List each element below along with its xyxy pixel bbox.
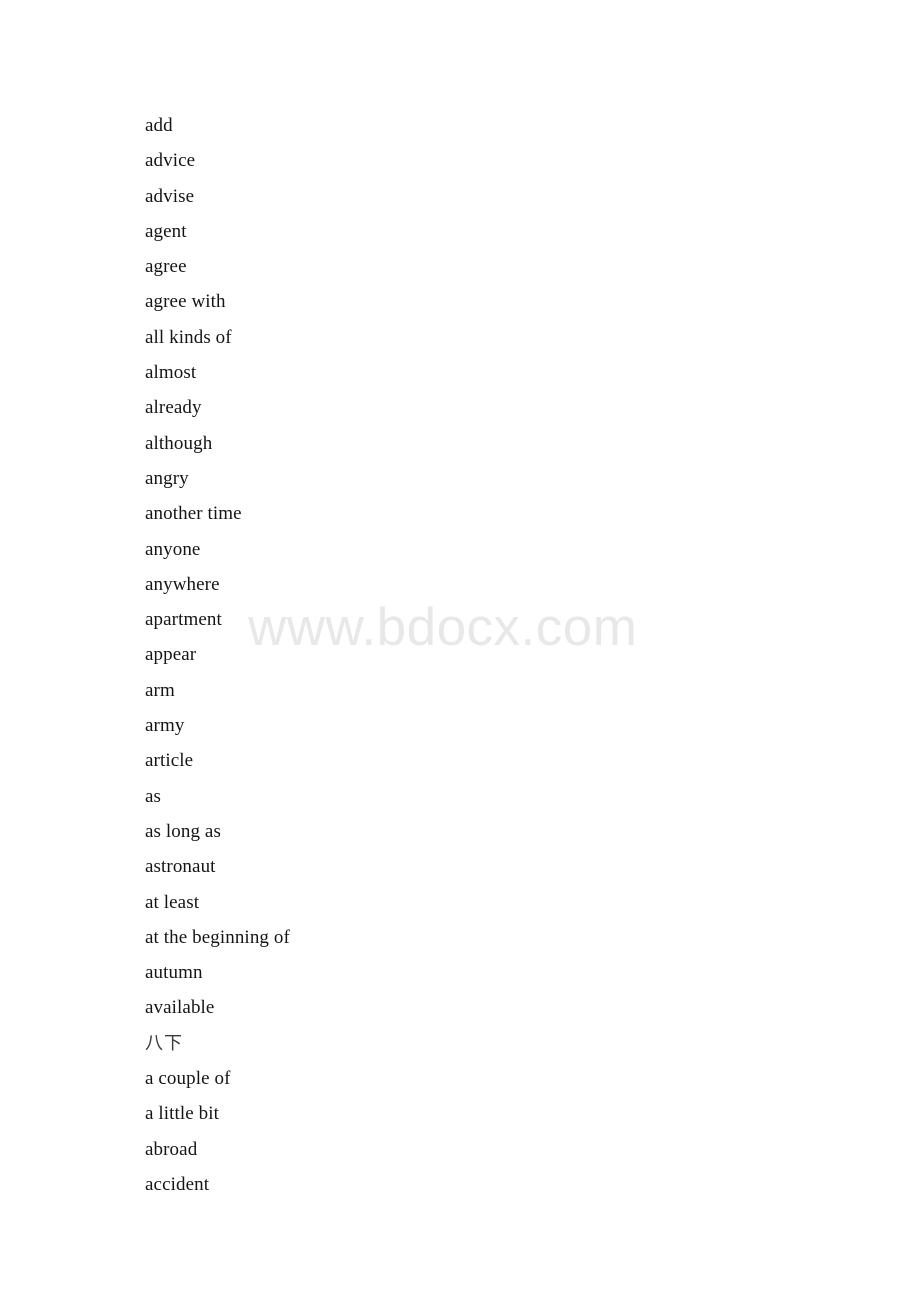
word-list-item: a little bit (145, 1103, 220, 1125)
word-list-item: advice (145, 150, 196, 172)
word-list-item: a couple of (145, 1068, 231, 1090)
word-list-item: at the beginning of (145, 926, 290, 948)
word-list-item: angry (145, 467, 189, 489)
word-list-item: at least (145, 891, 200, 913)
word-list-item: almost (145, 362, 197, 384)
word-list-item: article (145, 750, 194, 772)
word-list-item: another time (145, 503, 242, 525)
word-list-item: apartment (145, 609, 222, 631)
word-list-item: 八下 (145, 1032, 183, 1054)
word-list-item: as long as (145, 820, 221, 842)
word-list-item: add (145, 115, 173, 136)
word-list-item: available (145, 997, 215, 1019)
word-list-item: agree (145, 256, 187, 278)
vocabulary-word-list: add advice advise agent agree agree with all k… (145, 108, 745, 1202)
word-list-item: autumn (145, 962, 203, 984)
word-list-item: army (145, 715, 185, 737)
word-list-item: all kinds of (145, 326, 232, 348)
word-list-item: anyone (145, 538, 201, 560)
word-list-item: advise (145, 185, 195, 207)
word-list-item: accident (145, 1173, 210, 1195)
word-list-item: astronaut (145, 856, 216, 878)
word-list-item: agent (145, 220, 187, 242)
word-list-item: although (145, 432, 213, 454)
word-list-item: as (145, 785, 162, 807)
word-list-item: appear (145, 644, 197, 666)
word-list-item: anywhere (145, 573, 220, 595)
word-list-item: abroad (145, 1138, 198, 1160)
document-page: www.bdocx.com add advice advise agent agree a… (0, 0, 920, 1302)
word-list-item: agree with (145, 291, 226, 313)
word-list-item: arm (145, 679, 175, 701)
word-list-item: already (145, 397, 202, 419)
